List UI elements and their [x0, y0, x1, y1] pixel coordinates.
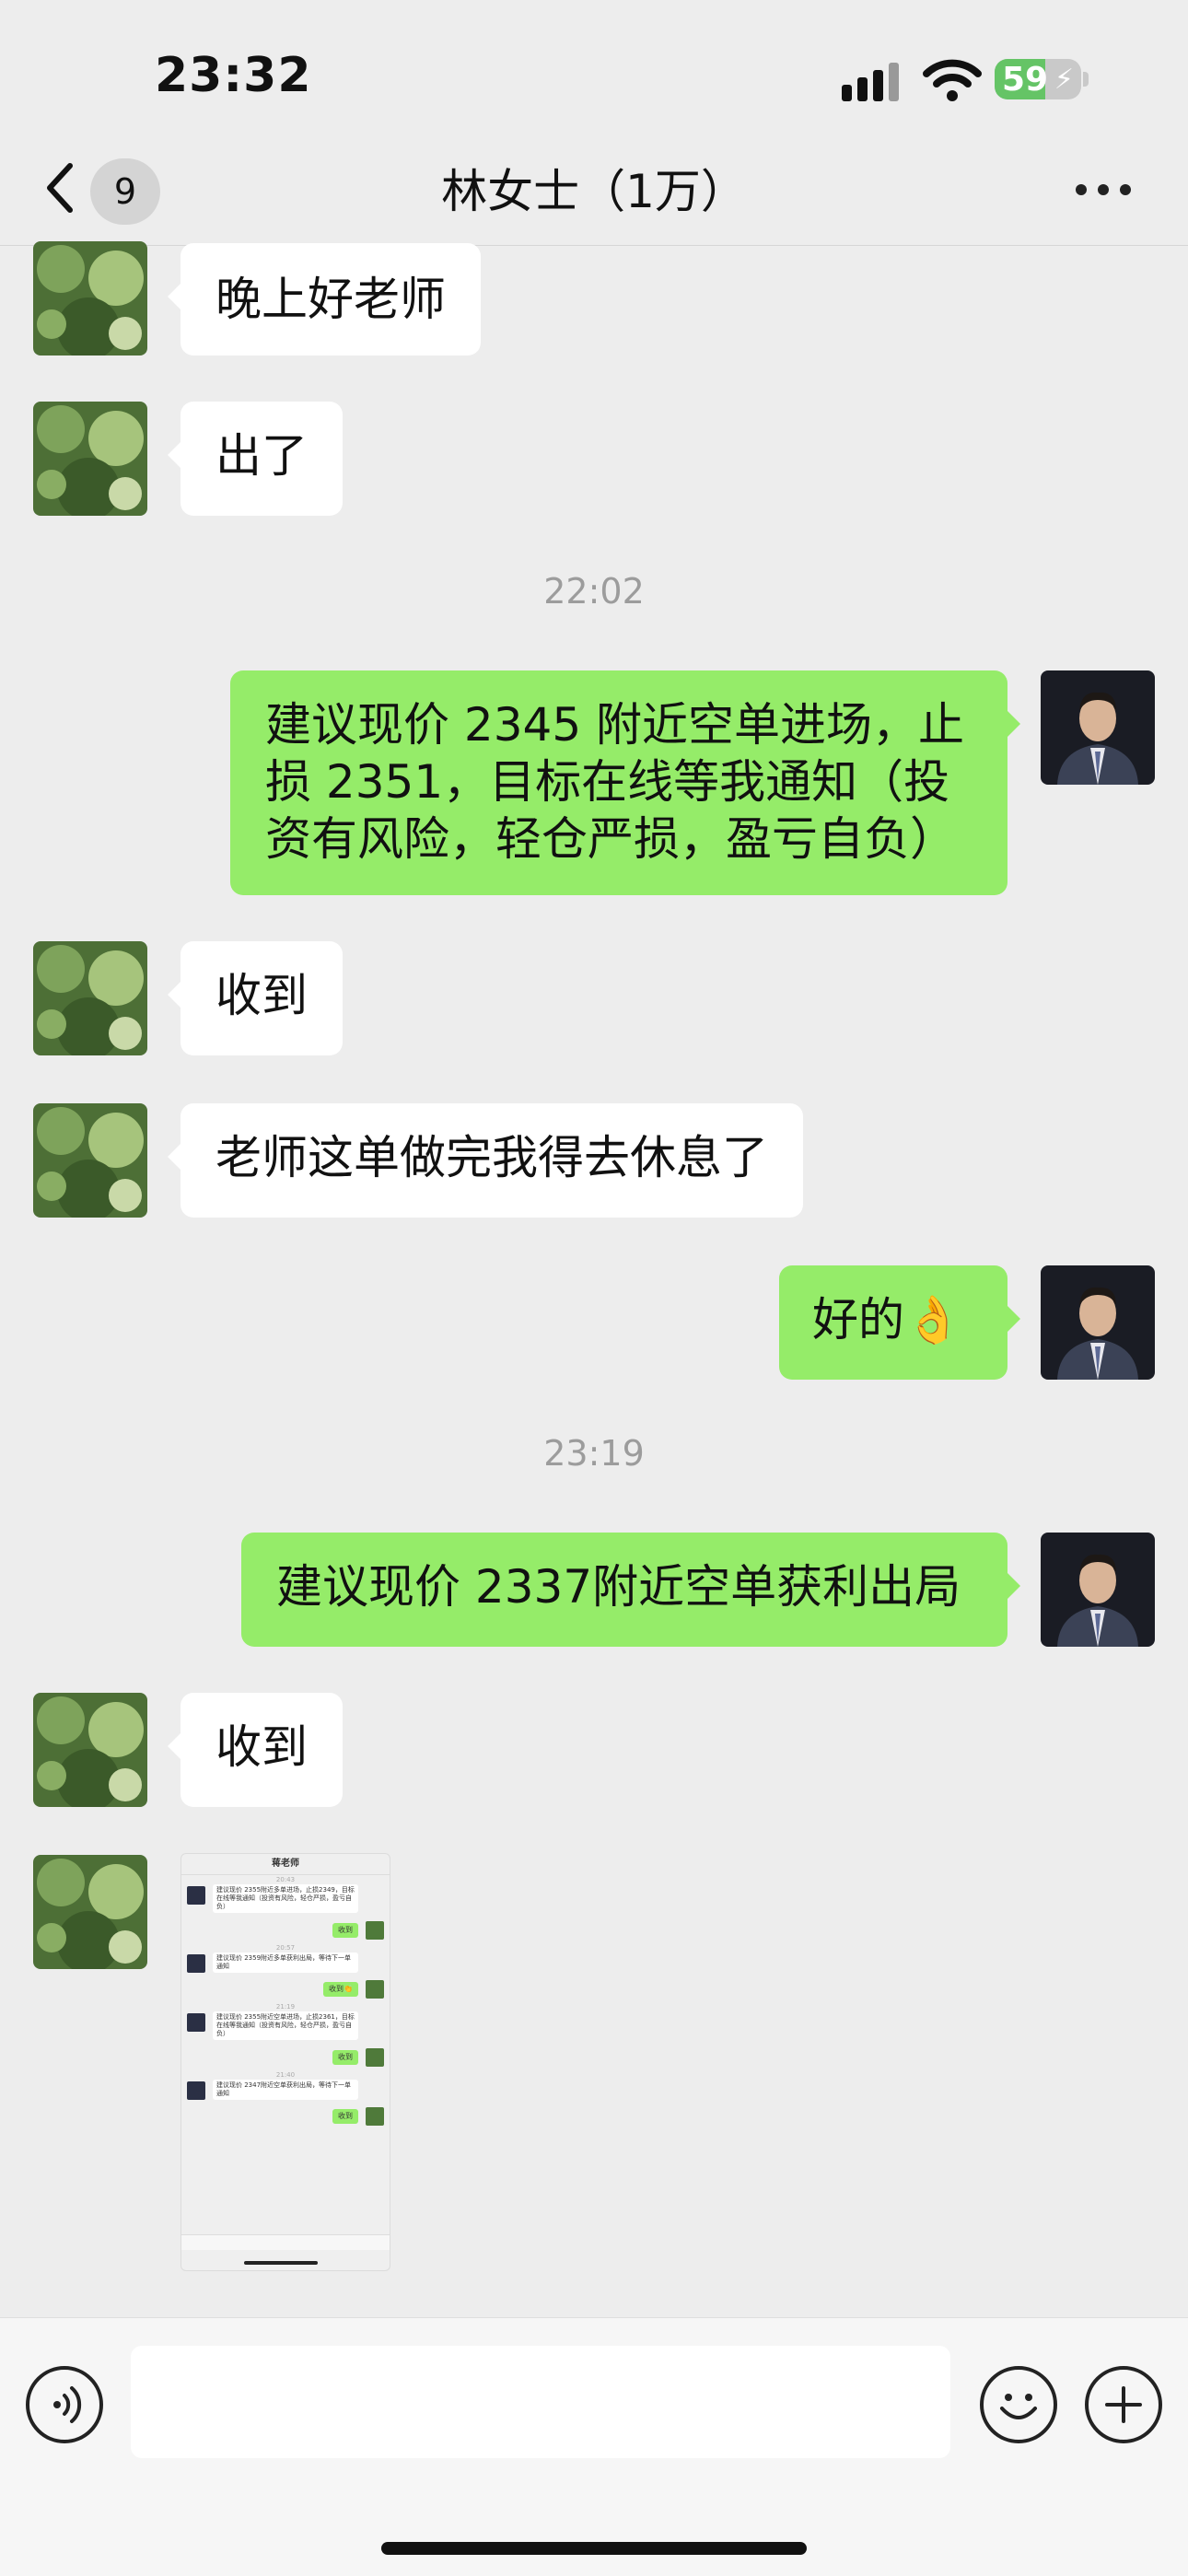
message-text-line: 建议现价 2345 附近空单进场，止: [265, 698, 965, 752]
thumbnail-timestamp: 21:40: [275, 2071, 296, 2079]
message-bubble[interactable]: 建议现价 2337附近空单获利出局: [241, 1533, 1020, 1647]
contact-avatar[interactable]: [33, 402, 147, 516]
timestamp: 23:19: [543, 1433, 645, 1474]
thumbnail-title: 蒋老师: [181, 1854, 390, 1875]
message-text: 好的👌: [812, 1293, 962, 1346]
voice-input-icon[interactable]: [26, 2366, 103, 2443]
battery-icon: 59 ⚡: [995, 59, 1081, 99]
wifi-icon: [923, 59, 982, 101]
timestamp: 22:02: [543, 571, 645, 612]
thumbnail-timestamp: 20:43: [275, 1876, 296, 1883]
message-bubble[interactable]: 收到: [168, 941, 343, 1055]
user-avatar[interactable]: [1041, 670, 1155, 785]
contact-avatar[interactable]: [33, 1693, 147, 1807]
message-bubble[interactable]: 出了: [168, 402, 343, 516]
user-avatar[interactable]: [1041, 1265, 1155, 1380]
message-text-line: 资有风险，轻仓严损，盈亏自负）: [265, 812, 956, 866]
charging-bolt-icon: ⚡: [1054, 64, 1074, 96]
input-bar: [0, 2317, 1188, 2576]
thumbnail-avatar: [366, 2048, 384, 2067]
cellular-signal-icon: [842, 63, 901, 101]
contact-avatar[interactable]: [33, 1103, 147, 1218]
battery-percent: 59: [1002, 61, 1049, 99]
message-text: 建议现价 2337附近空单获利出局: [276, 1560, 961, 1614]
thumbnail-message: 建议现价 2359附近多单获利出局，等待下一单通知: [213, 1952, 358, 1973]
message-text: 收到: [215, 969, 308, 1022]
thumbnail-avatar: [366, 1980, 384, 1999]
more-options-icon[interactable]: [1076, 181, 1131, 199]
user-avatar[interactable]: [1041, 1533, 1155, 1647]
contact-avatar[interactable]: [33, 241, 147, 356]
message-bubble[interactable]: 建议现价 2345 附近空单进场，止 损 2351，目标在线等我通知（投 资有风…: [230, 670, 1020, 895]
message-text: 晚上好老师: [215, 273, 446, 326]
thumbnail-avatar: [366, 2107, 384, 2126]
message-bubble[interactable]: 好的👌: [779, 1265, 1020, 1380]
thumbnail-reply: 收到: [332, 2050, 358, 2065]
thumbnail-reply: 收到👏: [323, 1982, 358, 1997]
image-message-thumbnail[interactable]: 蒋老师 20:43 建议现价 2355附近多单进场，止损2349，目标在线等我通…: [181, 1853, 390, 2271]
message-input[interactable]: [131, 2346, 950, 2458]
message-bubble[interactable]: 晚上好老师: [168, 243, 481, 356]
message-text: 收到: [215, 1720, 308, 1774]
thumbnail-timestamp: 20:57: [275, 1944, 296, 1952]
message-text: 老师这单做完我得去休息了: [215, 1131, 768, 1184]
thumbnail-message: 建议现价 2355附近多单进场，止损2349，目标在线等我通知（投资有风险，轻仓…: [213, 1884, 358, 1913]
emoji-icon[interactable]: [980, 2366, 1057, 2443]
thumbnail-home-indicator: [244, 2261, 318, 2265]
battery-tip: [1083, 72, 1089, 87]
message-text-line: 损 2351，目标在线等我通知（投: [265, 755, 950, 809]
thumbnail-message: 建议现价 2355附近空单进场，止损2361，目标在线等我通知（投资有风险，轻仓…: [213, 2011, 358, 2040]
message-text: 出了: [215, 429, 308, 483]
status-time: 23:32: [155, 48, 312, 103]
thumbnail-avatar: [187, 1954, 205, 1973]
thumbnail-timestamp: 21:19: [275, 2003, 296, 2011]
thumbnail-avatar: [366, 1921, 384, 1940]
contact-avatar[interactable]: [33, 1855, 147, 1969]
thumbnail-reply: 收到: [332, 1923, 358, 1938]
chat-title: 林女士（1万）: [441, 165, 747, 218]
message-bubble[interactable]: 收到: [168, 1693, 343, 1807]
message-bubble[interactable]: 老师这单做完我得去休息了: [168, 1103, 803, 1218]
thumbnail-avatar: [187, 2013, 205, 2032]
thumbnail-avatar: [187, 2081, 205, 2100]
thumbnail-reply: 收到: [332, 2109, 358, 2124]
home-indicator[interactable]: [381, 2542, 807, 2555]
thumbnail-input-bar: [181, 2234, 390, 2250]
thumbnail-avatar: [187, 1886, 205, 1905]
thumbnail-message: 建议现价 2347附近空单获利出局，等待下一单通知: [213, 2080, 358, 2100]
status-bar: 23:32 59 ⚡: [0, 0, 1188, 138]
contact-avatar[interactable]: [33, 941, 147, 1055]
chat-header: 9 林女士（1万）: [0, 138, 1188, 246]
add-attachment-icon[interactable]: [1085, 2366, 1162, 2443]
